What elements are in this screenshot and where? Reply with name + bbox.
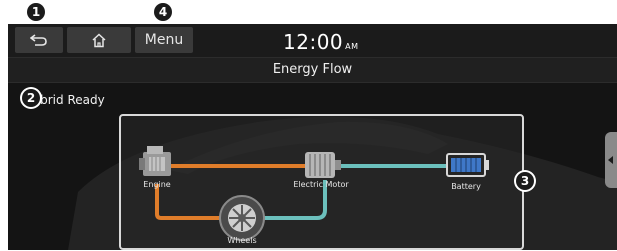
clock-ampm: AM xyxy=(345,42,359,51)
home-icon xyxy=(92,32,106,47)
energy-flow-diagram: Engine Electric Motor Battery Wheels xyxy=(119,114,524,250)
clock: 12:00 AM xyxy=(283,30,359,54)
infotainment-screen: Menu 12:00 AM Energy Flow Hybrid Ready E… xyxy=(8,24,617,250)
clock-time: 12:00 xyxy=(283,30,344,54)
back-button[interactable] xyxy=(15,27,63,53)
engine-icon xyxy=(139,146,171,176)
battery-label: Battery xyxy=(451,182,481,191)
callout-2: 2 xyxy=(22,89,40,107)
engine-label: Engine xyxy=(143,180,171,189)
back-arrow-icon xyxy=(30,34,47,46)
home-button[interactable] xyxy=(67,27,131,53)
page-title: Energy Flow xyxy=(8,57,617,83)
callout-4: 4 xyxy=(154,3,172,21)
electric-motor-icon xyxy=(305,152,341,178)
top-bar: Menu 12:00 AM xyxy=(8,24,617,57)
callout-3: 3 xyxy=(516,172,534,190)
wheels-label: Wheels xyxy=(227,236,257,245)
engine-to-wheels-flow xyxy=(155,184,221,220)
callout-1: 1 xyxy=(27,3,45,21)
wheel-icon xyxy=(219,195,265,241)
side-panel-handle[interactable] xyxy=(605,132,617,188)
menu-button[interactable]: Menu xyxy=(135,27,193,53)
battery-icon xyxy=(446,153,489,177)
electric-motor-label: Electric Motor xyxy=(293,180,349,189)
